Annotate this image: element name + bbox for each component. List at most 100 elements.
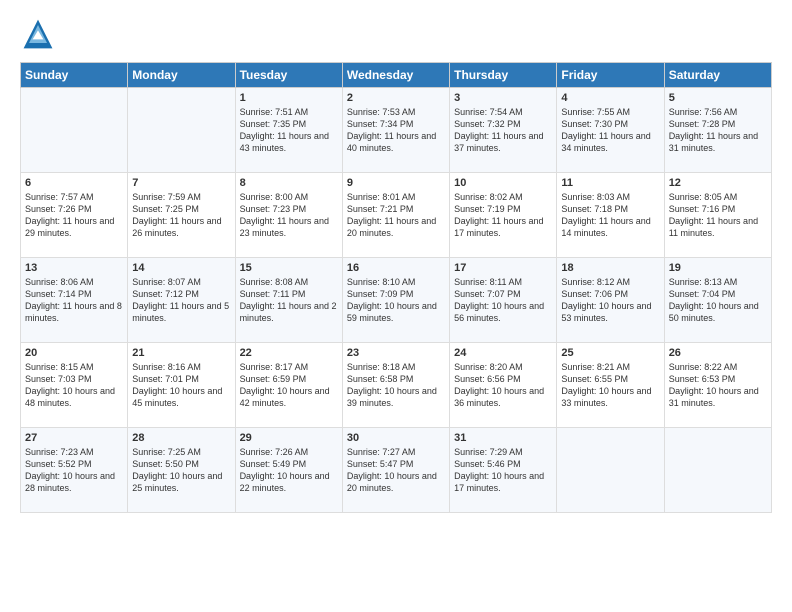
calendar-cell: 20 Sunrise: 8:15 AMSunset: 7:03 PMDayligh… <box>21 343 128 428</box>
day-number: 20 <box>25 347 123 359</box>
day-number: 30 <box>347 432 445 444</box>
day-info: Sunrise: 8:18 AMSunset: 6:58 PMDaylight:… <box>347 361 445 410</box>
calendar-week-row: 1 Sunrise: 7:51 AMSunset: 7:35 PMDaylight… <box>21 88 772 173</box>
day-info: Sunrise: 7:54 AMSunset: 7:32 PMDaylight:… <box>454 106 552 155</box>
day-number: 16 <box>347 262 445 274</box>
day-info: Sunrise: 8:20 AMSunset: 6:56 PMDaylight:… <box>454 361 552 410</box>
weekday-header-tuesday: Tuesday <box>235 63 342 88</box>
day-number: 17 <box>454 262 552 274</box>
day-info: Sunrise: 8:00 AMSunset: 7:23 PMDaylight:… <box>240 191 338 240</box>
day-number: 12 <box>669 177 767 189</box>
calendar-cell: 28 Sunrise: 7:25 AMSunset: 5:50 PMDayligh… <box>128 428 235 513</box>
calendar-cell <box>21 88 128 173</box>
calendar-cell: 21Sunrise: 8:16 AMSunset: 7:01 PMDayligh… <box>128 343 235 428</box>
day-info: Sunrise: 8:10 AMSunset: 7:09 PMDaylight:… <box>347 276 445 325</box>
calendar-cell: 17 Sunrise: 8:11 AMSunset: 7:07 PMDayligh… <box>450 258 557 343</box>
weekday-header-sunday: Sunday <box>21 63 128 88</box>
day-number: 14 <box>132 262 230 274</box>
calendar-cell: 23 Sunrise: 8:18 AMSunset: 6:58 PMDayligh… <box>342 343 449 428</box>
calendar-cell: 15 Sunrise: 8:08 AMSunset: 7:11 PMDayligh… <box>235 258 342 343</box>
day-number: 8 <box>240 177 338 189</box>
day-number: 2 <box>347 92 445 104</box>
day-number: 26 <box>669 347 767 359</box>
day-info: Sunrise: 8:16 AMSunset: 7:01 PMDaylight:… <box>132 361 230 410</box>
weekday-header-row: SundayMondayTuesdayWednesdayThursdayFrid… <box>21 63 772 88</box>
weekday-header-monday: Monday <box>128 63 235 88</box>
day-info: Sunrise: 8:17 AMSunset: 6:59 PMDaylight:… <box>240 361 338 410</box>
calendar-cell: 12 Sunrise: 8:05 AMSunset: 7:16 PMDayligh… <box>664 173 771 258</box>
day-number: 4 <box>561 92 659 104</box>
calendar-cell: 14 Sunrise: 8:07 AMSunset: 7:12 PMDayligh… <box>128 258 235 343</box>
day-number: 7 <box>132 177 230 189</box>
day-number: 13 <box>25 262 123 274</box>
day-info: Sunrise: 8:21 AMSunset: 6:55 PMDaylight:… <box>561 361 659 410</box>
day-number: 18 <box>561 262 659 274</box>
day-number: 25 <box>561 347 659 359</box>
calendar-cell: 24 Sunrise: 8:20 AMSunset: 6:56 PMDayligh… <box>450 343 557 428</box>
day-info: Sunrise: 7:26 AMSunset: 5:49 PMDaylight:… <box>240 446 338 495</box>
calendar-week-row: 6Sunrise: 7:57 AMSunset: 7:26 PMDaylight… <box>21 173 772 258</box>
day-number: 31 <box>454 432 552 444</box>
calendar-cell: 31Sunrise: 7:29 AMSunset: 5:46 PMDayligh… <box>450 428 557 513</box>
day-number: 10 <box>454 177 552 189</box>
day-info: Sunrise: 7:56 AMSunset: 7:28 PMDaylight:… <box>669 106 767 155</box>
calendar-cell <box>128 88 235 173</box>
day-info: Sunrise: 7:23 AMSunset: 5:52 PMDaylight:… <box>25 446 123 495</box>
calendar-week-row: 13Sunrise: 8:06 AMSunset: 7:14 PMDayligh… <box>21 258 772 343</box>
day-info: Sunrise: 8:05 AMSunset: 7:16 PMDaylight:… <box>669 191 767 240</box>
logo <box>20 16 60 52</box>
calendar-cell: 26 Sunrise: 8:22 AMSunset: 6:53 PMDayligh… <box>664 343 771 428</box>
day-info: Sunrise: 7:59 AMSunset: 7:25 PMDaylight:… <box>132 191 230 240</box>
calendar-cell: 9 Sunrise: 8:01 AMSunset: 7:21 PMDaylight… <box>342 173 449 258</box>
weekday-header-thursday: Thursday <box>450 63 557 88</box>
day-info: Sunrise: 8:01 AMSunset: 7:21 PMDaylight:… <box>347 191 445 240</box>
day-info: Sunrise: 8:08 AMSunset: 7:11 PMDaylight:… <box>240 276 338 325</box>
day-info: Sunrise: 8:07 AMSunset: 7:12 PMDaylight:… <box>132 276 230 325</box>
calendar-cell: 27 Sunrise: 7:23 AMSunset: 5:52 PMDayligh… <box>21 428 128 513</box>
day-number: 15 <box>240 262 338 274</box>
weekday-header-saturday: Saturday <box>664 63 771 88</box>
day-info: Sunrise: 8:15 AMSunset: 7:03 PMDaylight:… <box>25 361 123 410</box>
calendar-cell: 30 Sunrise: 7:27 AMSunset: 5:47 PMDayligh… <box>342 428 449 513</box>
calendar-cell: 7 Sunrise: 7:59 AMSunset: 7:25 PMDaylight… <box>128 173 235 258</box>
calendar-cell: 4 Sunrise: 7:55 AMSunset: 7:30 PMDaylight… <box>557 88 664 173</box>
day-number: 11 <box>561 177 659 189</box>
calendar-cell: 29 Sunrise: 7:26 AMSunset: 5:49 PMDayligh… <box>235 428 342 513</box>
calendar-cell: 2Sunrise: 7:53 AMSunset: 7:34 PMDaylight… <box>342 88 449 173</box>
day-number: 28 <box>132 432 230 444</box>
calendar-cell: 25 Sunrise: 8:21 AMSunset: 6:55 PMDayligh… <box>557 343 664 428</box>
logo-icon <box>20 16 56 52</box>
page: SundayMondayTuesdayWednesdayThursdayFrid… <box>0 0 792 612</box>
day-number: 3 <box>454 92 552 104</box>
day-info: Sunrise: 7:57 AMSunset: 7:26 PMDaylight:… <box>25 191 123 240</box>
weekday-header-friday: Friday <box>557 63 664 88</box>
calendar-cell: 10 Sunrise: 8:02 AMSunset: 7:19 PMDayligh… <box>450 173 557 258</box>
day-info: Sunrise: 8:02 AMSunset: 7:19 PMDaylight:… <box>454 191 552 240</box>
calendar-cell <box>664 428 771 513</box>
day-number: 1 <box>240 92 338 104</box>
day-number: 27 <box>25 432 123 444</box>
calendar-week-row: 20 Sunrise: 8:15 AMSunset: 7:03 PMDayligh… <box>21 343 772 428</box>
day-info: Sunrise: 8:11 AMSunset: 7:07 PMDaylight:… <box>454 276 552 325</box>
calendar-cell: 22Sunrise: 8:17 AMSunset: 6:59 PMDayligh… <box>235 343 342 428</box>
day-number: 19 <box>669 262 767 274</box>
day-info: Sunrise: 7:55 AMSunset: 7:30 PMDaylight:… <box>561 106 659 155</box>
day-info: Sunrise: 7:27 AMSunset: 5:47 PMDaylight:… <box>347 446 445 495</box>
calendar-cell: 6Sunrise: 7:57 AMSunset: 7:26 PMDaylight… <box>21 173 128 258</box>
day-info: Sunrise: 7:25 AMSunset: 5:50 PMDaylight:… <box>132 446 230 495</box>
day-number: 23 <box>347 347 445 359</box>
day-info: Sunrise: 8:13 AMSunset: 7:04 PMDaylight:… <box>669 276 767 325</box>
day-info: Sunrise: 8:22 AMSunset: 6:53 PMDaylight:… <box>669 361 767 410</box>
calendar-table: SundayMondayTuesdayWednesdayThursdayFrid… <box>20 62 772 513</box>
day-number: 9 <box>347 177 445 189</box>
calendar-cell: 16 Sunrise: 8:10 AMSunset: 7:09 PMDayligh… <box>342 258 449 343</box>
day-number: 24 <box>454 347 552 359</box>
calendar-cell: 5 Sunrise: 7:56 AMSunset: 7:28 PMDaylight… <box>664 88 771 173</box>
calendar-cell: 19 Sunrise: 8:13 AMSunset: 7:04 PMDayligh… <box>664 258 771 343</box>
day-info: Sunrise: 8:12 AMSunset: 7:06 PMDaylight:… <box>561 276 659 325</box>
calendar-cell <box>557 428 664 513</box>
day-number: 5 <box>669 92 767 104</box>
calendar-cell: 11Sunrise: 8:03 AMSunset: 7:18 PMDayligh… <box>557 173 664 258</box>
day-info: Sunrise: 7:51 AMSunset: 7:35 PMDaylight:… <box>240 106 338 155</box>
day-number: 29 <box>240 432 338 444</box>
